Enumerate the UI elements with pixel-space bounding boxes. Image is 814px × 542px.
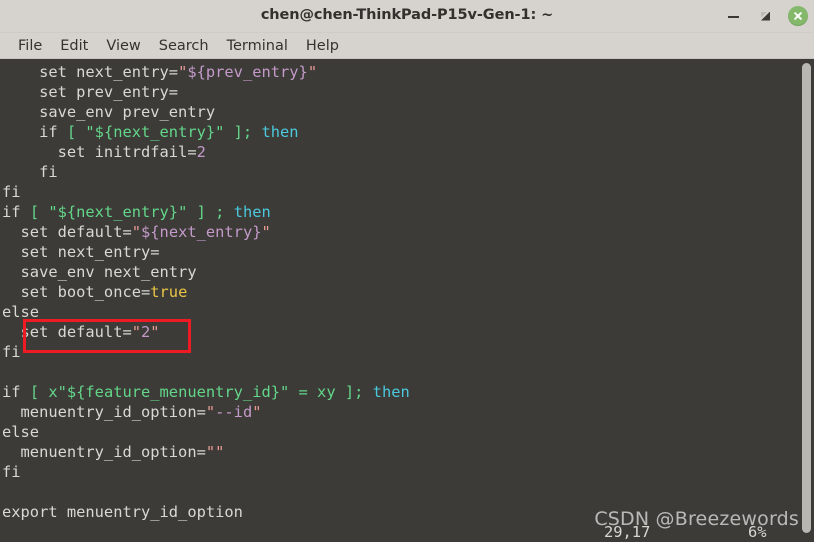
window-controls [724, 0, 808, 32]
terminal-window: chen@chen-ThinkPad-P15v-Gen-1: ~ File Ed… [0, 0, 814, 542]
terminal-line: export menuentry_id_option [0, 502, 814, 522]
terminal-line: fi [0, 342, 814, 362]
terminal-text-content: set next_entry="${prev_entry}" set prev_… [0, 62, 814, 522]
code-token: fi [2, 183, 21, 201]
terminal-line: fi [0, 462, 814, 482]
code-token: set initrdfail= [2, 143, 197, 161]
terminal-line: else [0, 302, 814, 322]
maximize-restore-icon[interactable] [756, 7, 775, 26]
code-token: set boot_once= [2, 283, 151, 301]
scrollbar-track[interactable] [799, 59, 814, 542]
scroll-percent-indicator: 6% [748, 523, 767, 541]
code-token: then [261, 123, 299, 141]
code-token: " [178, 63, 188, 81]
editor-status-line: 29,17 6% [0, 522, 814, 542]
code-token: if [2, 123, 67, 141]
code-token: [ "${next_entry}" ] [29, 203, 206, 221]
terminal-line: set prev_entry= [0, 82, 814, 102]
code-token: else [2, 303, 40, 321]
code-token: [ x"${feature_menuentry_id}" = xy ]; [29, 383, 364, 401]
code-token: " [261, 223, 271, 241]
code-token: " [205, 403, 216, 421]
terminal-line: set default="2" [0, 322, 814, 342]
code-token: " [131, 223, 142, 241]
terminal-line: save_env next_entry [0, 262, 814, 282]
code-token: save_env next_entry [2, 263, 197, 281]
code-token: fi [2, 163, 58, 181]
code-token: 2 [141, 323, 151, 341]
terminal-line: set boot_once=true [0, 282, 814, 302]
code-token: if [2, 203, 30, 221]
terminal-line: menuentry_id_option="--id" [0, 402, 814, 422]
close-icon[interactable] [788, 6, 808, 26]
code-token: menuentry_id_option= [2, 443, 206, 461]
code-token: export menuentry_id_option [2, 503, 243, 521]
terminal-line: set initrdfail=2 [0, 142, 814, 162]
cursor-position-indicator: 29,17 [604, 523, 651, 541]
code-token: ${next_entry} [141, 223, 262, 241]
menu-item-search[interactable]: Search [150, 34, 218, 58]
terminal-line: fi [0, 162, 814, 182]
code-token: ${prev_entry} [187, 63, 308, 81]
scrollbar-thumb[interactable] [802, 63, 811, 533]
code-token: " [150, 323, 160, 341]
code-token: menuentry_id_option= [2, 403, 206, 421]
code-token: fi [2, 463, 21, 481]
terminal-viewport[interactable]: set next_entry="${prev_entry}" set prev_… [0, 59, 814, 542]
minimize-icon[interactable] [724, 7, 743, 26]
code-token: else [2, 423, 40, 441]
code-token: if [2, 383, 30, 401]
menu-item-file[interactable]: File [9, 34, 51, 58]
terminal-line: else [0, 422, 814, 442]
code-token: set next_entry= [2, 243, 160, 261]
code-token: [ "${next_entry}" ]; [66, 123, 253, 141]
terminal-line: menuentry_id_option="" [0, 442, 814, 462]
menu-bar: File Edit View Search Terminal Help [0, 33, 814, 59]
code-token: "" [205, 443, 225, 461]
title-bar: chen@chen-ThinkPad-P15v-Gen-1: ~ [0, 0, 814, 33]
code-token: " [307, 63, 318, 81]
menu-item-terminal[interactable]: Terminal [218, 34, 297, 58]
menu-item-help[interactable]: Help [297, 34, 348, 58]
menu-item-edit[interactable]: Edit [51, 34, 97, 58]
terminal-line: if [ x"${feature_menuentry_id}" = xy ]; … [0, 382, 814, 402]
terminal-line: set next_entry= [0, 242, 814, 262]
window-title: chen@chen-ThinkPad-P15v-Gen-1: ~ [260, 7, 554, 23]
code-token: set default= [2, 223, 132, 241]
code-token: set default= [2, 323, 132, 341]
code-token: set prev_entry= [2, 83, 179, 101]
code-token: then [372, 383, 410, 401]
terminal-line: if [ "${next_entry}" ]; then [0, 122, 814, 142]
code-token: fi [2, 343, 21, 361]
code-token: then [233, 203, 271, 221]
terminal-line: fi [0, 182, 814, 202]
code-token: 2 [196, 143, 206, 161]
code-token: set next_entry= [2, 63, 179, 81]
code-token: --id [215, 403, 253, 421]
terminal-line: save_env prev_entry [0, 102, 814, 122]
terminal-line: set default="${next_entry}" [0, 222, 814, 242]
terminal-line: set next_entry="${prev_entry}" [0, 62, 814, 82]
code-token: true [150, 283, 188, 301]
terminal-line: if [ "${next_entry}" ] ; then [0, 202, 814, 222]
code-token: " [131, 323, 142, 341]
code-token: save_env prev_entry [2, 103, 216, 121]
menu-item-view[interactable]: View [97, 34, 149, 58]
code-token: " [252, 403, 262, 421]
